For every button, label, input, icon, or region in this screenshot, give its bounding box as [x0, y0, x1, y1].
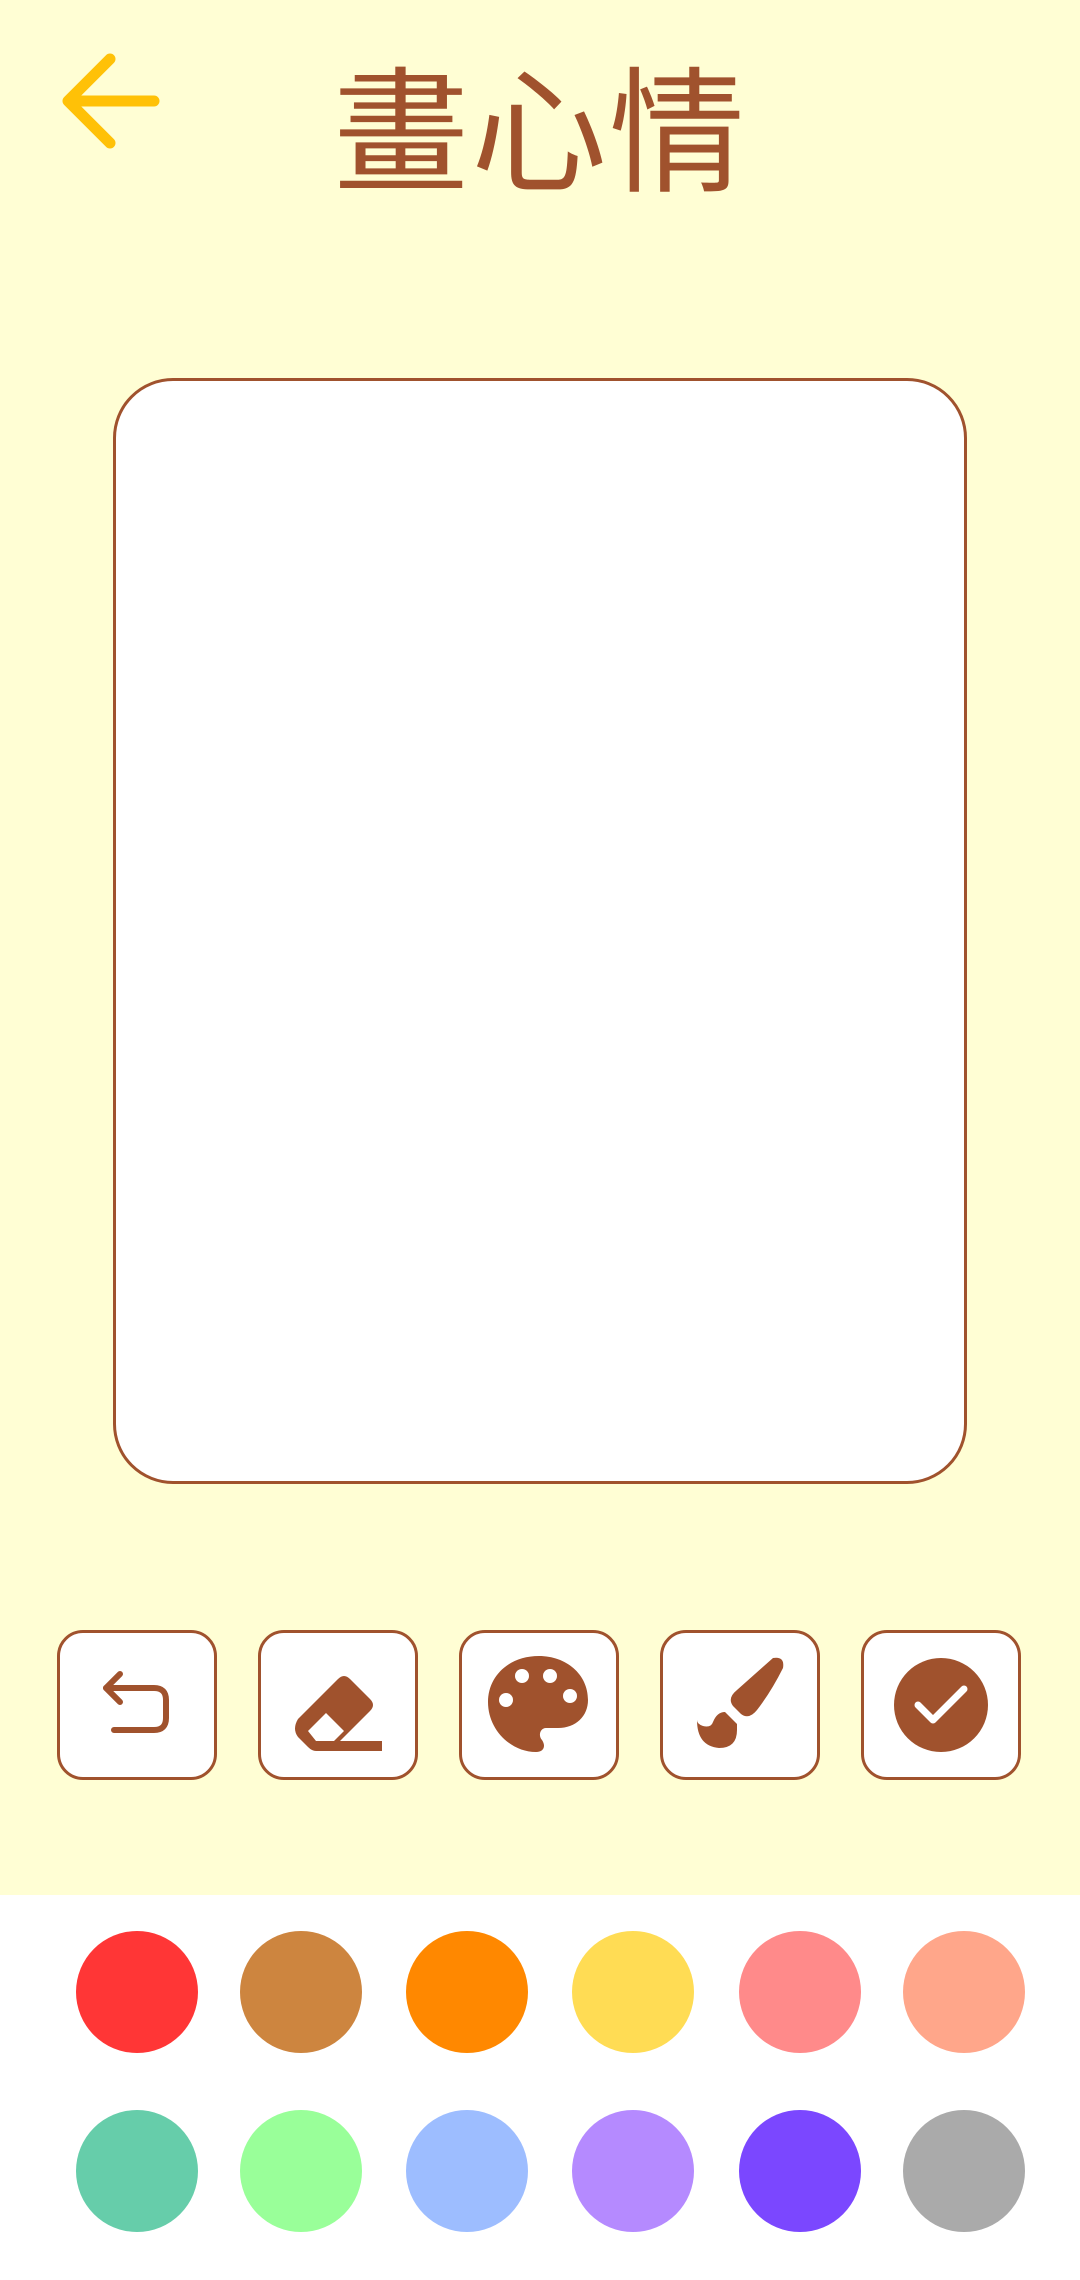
- eraser-button[interactable]: [258, 1630, 418, 1780]
- drawing-area: 畫心情: [0, 0, 1080, 1895]
- color-swatch[interactable]: [572, 2110, 694, 2232]
- brush-icon: [697, 1657, 784, 1748]
- brush-button[interactable]: [660, 1630, 820, 1780]
- color-palette: [0, 1895, 1080, 2280]
- color-swatch[interactable]: [739, 2110, 861, 2232]
- palette-icon: [488, 1656, 588, 1752]
- color-swatch[interactable]: [76, 1931, 198, 2053]
- undo-icon: [103, 1671, 169, 1733]
- undo-button[interactable]: [57, 1630, 217, 1780]
- color-swatch[interactable]: [240, 2110, 362, 2232]
- check-circle-icon: [894, 1658, 988, 1752]
- eraser-icon: [295, 1676, 382, 1751]
- page-title: 畫心情: [333, 56, 747, 214]
- color-swatch[interactable]: [739, 1931, 861, 2053]
- color-swatch[interactable]: [903, 2110, 1025, 2232]
- color-swatch[interactable]: [903, 1931, 1025, 2053]
- color-swatch[interactable]: [572, 1931, 694, 2053]
- color-swatch[interactable]: [240, 1931, 362, 2053]
- color-swatch[interactable]: [406, 2110, 528, 2232]
- color-swatch[interactable]: [406, 1931, 528, 2053]
- toolbar: [57, 1630, 1023, 1780]
- drawing-canvas[interactable]: [113, 378, 967, 1484]
- palette-button[interactable]: [459, 1630, 619, 1780]
- done-button[interactable]: [861, 1630, 1021, 1780]
- color-swatch[interactable]: [76, 2110, 198, 2232]
